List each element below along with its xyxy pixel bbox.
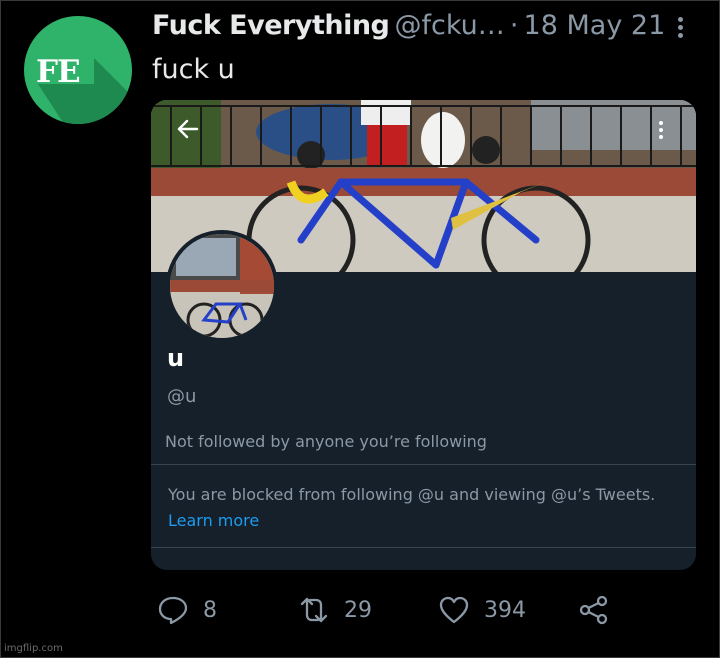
profile-picture-image: [170, 234, 274, 338]
watermark: imgflip.com: [4, 643, 63, 654]
tweet-text: fuck u: [152, 54, 235, 85]
header-separator: ·: [509, 10, 519, 41]
share-button[interactable]: [578, 590, 610, 630]
back-arrow-icon[interactable]: [175, 116, 201, 142]
tweet-date[interactable]: 18 May 21: [524, 10, 666, 41]
profile-card[interactable]: u @u Not followed by anyone you’re follo…: [151, 100, 696, 570]
like-icon: [439, 596, 469, 624]
reply-count: 8: [203, 597, 217, 623]
author-avatar[interactable]: FE: [24, 16, 132, 124]
reply-button[interactable]: 8: [157, 590, 217, 630]
tweet-actions: 8 29 394: [0, 590, 720, 630]
more-icon[interactable]: [670, 14, 690, 44]
like-count: 394: [484, 597, 526, 623]
card-more-icon[interactable]: [655, 118, 667, 144]
retweet-count: 29: [344, 597, 372, 623]
like-button[interactable]: 394: [438, 590, 526, 630]
share-icon: [579, 595, 608, 625]
learn-more-link[interactable]: Learn more: [168, 511, 259, 530]
retweet-icon: [300, 597, 328, 623]
card-divider: [151, 464, 696, 465]
blocked-message: You are blocked from following @u and vi…: [168, 485, 656, 504]
profile-handle: @u: [167, 386, 197, 407]
not-followed-text: Not followed by anyone you’re following: [165, 432, 487, 451]
avatar-initials: FE: [36, 54, 81, 90]
profile-name: u: [167, 344, 185, 372]
author-handle[interactable]: @fcku…: [394, 10, 504, 41]
reply-icon: [158, 596, 188, 625]
author-name[interactable]: Fuck Everything: [152, 10, 390, 41]
retweet-button[interactable]: 29: [298, 590, 372, 630]
tweet-header: Fuck Everything @fcku… · 18 May 21: [152, 10, 692, 50]
profile-picture[interactable]: [166, 230, 278, 342]
card-divider-bottom: [151, 547, 696, 548]
